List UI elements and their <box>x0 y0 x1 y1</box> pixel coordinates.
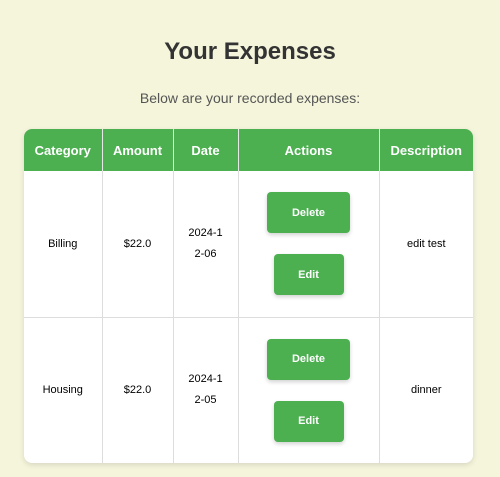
table-row: Billing $22.0 2024-12-06 Delete Edit edi… <box>24 171 473 317</box>
cell-amount: $22.0 <box>102 171 174 317</box>
page-title: Your Expenses <box>164 38 336 65</box>
expenses-table-container: Category Amount Date Actions Description… <box>24 129 473 463</box>
cell-amount: $22.0 <box>102 316 174 463</box>
table-row: Housing $22.0 2024-12-05 Delete Edit din… <box>24 316 473 463</box>
cell-category: Housing <box>24 316 103 463</box>
cell-category: Billing <box>24 171 103 317</box>
header-amount: Amount <box>102 129 174 171</box>
header-category: Category <box>24 129 103 171</box>
header-date: Date <box>173 129 239 171</box>
cell-description: dinner <box>379 316 473 463</box>
edit-button[interactable]: Edit <box>273 400 344 442</box>
header-description: Description <box>390 142 462 158</box>
cell-actions: Delete Edit <box>238 316 380 463</box>
expenses-table: Category Amount Date Actions Description… <box>24 129 473 463</box>
cell-description: edit test <box>406 237 446 250</box>
header-actions: Actions <box>238 129 380 171</box>
cell-actions: Delete Edit <box>238 171 380 317</box>
delete-button[interactable]: Delete <box>267 338 350 380</box>
table-header-row: Category Amount Date Actions Description <box>24 129 473 171</box>
cell-date: 2024-12-05 <box>173 316 239 463</box>
page-subtitle: Below are your recorded expenses: <box>139 90 361 106</box>
cell-date: 2024-12-06 <box>173 171 239 317</box>
edit-button[interactable]: Edit <box>273 254 344 296</box>
delete-button[interactable]: Delete <box>267 192 350 234</box>
